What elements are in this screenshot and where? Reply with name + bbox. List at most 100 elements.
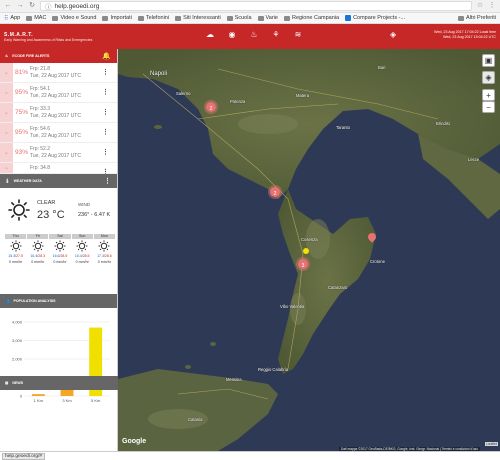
back-icon[interactable]: ← bbox=[4, 2, 12, 10]
bookmark-label: Varie bbox=[265, 15, 278, 21]
bookmark-label: Telefonini bbox=[145, 15, 170, 21]
bookmark-folder[interactable]: Importati bbox=[102, 15, 132, 21]
utc-time: Wed, 23 Aug 2017 15:04:22 UTC bbox=[443, 35, 496, 39]
zoom-in-button[interactable]: + bbox=[482, 89, 495, 101]
weather-cloud-icon[interactable]: ☁ bbox=[205, 30, 215, 40]
header-nav: ☁ ◉ ♨ ⚘ ≋ bbox=[205, 30, 303, 40]
bookmark-folder[interactable]: Siti Interessanti bbox=[175, 15, 221, 21]
map-view[interactable]: Napoli Salerno Potenza Matera Taranto Co… bbox=[118, 49, 500, 451]
news-header[interactable]: ▤ NEWS bbox=[0, 376, 118, 390]
flood-icon[interactable]: ≋ bbox=[293, 30, 303, 40]
leaflet-credit[interactable]: Leaflet bbox=[485, 442, 498, 446]
kebab-menu-icon[interactable]: ⋮ bbox=[102, 68, 109, 76]
status-bar: help.geoedi.org/# bbox=[0, 451, 500, 460]
reload-icon[interactable]: ↻ bbox=[28, 2, 36, 10]
weather-header[interactable]: 🌡 WEATHER DATA ⋮ bbox=[0, 174, 117, 188]
forecast-day: Thu 15.3/27.5 0 mm/hr bbox=[5, 234, 27, 265]
forecast-rain: 0 mm/hr bbox=[31, 260, 45, 264]
sun-icon bbox=[49, 239, 70, 253]
fire-alert-row[interactable]: ♨ 95% Frp: 54.6 Tue, 22 Aug 2017 UTC ⋮ bbox=[0, 123, 117, 143]
menu-icon[interactable]: ⋮ bbox=[488, 2, 496, 10]
cactus-icon[interactable]: ⚘ bbox=[271, 30, 281, 40]
people-icon: 👥 bbox=[5, 299, 10, 303]
y-tick-label: 4,000 bbox=[12, 320, 23, 325]
fullscreen-button[interactable]: ▣ bbox=[482, 54, 495, 67]
kebab-menu-icon[interactable]: ⋮ bbox=[102, 108, 109, 116]
x-tick-label: 1 Km bbox=[34, 398, 44, 403]
forecast-max: 28.3 bbox=[38, 254, 46, 258]
bookmark-folder[interactable]: Regione Campania bbox=[283, 15, 340, 21]
sun-icon bbox=[94, 239, 115, 253]
kebab-menu-icon[interactable]: ⋮ bbox=[102, 88, 109, 96]
forecast-max: 27.5 bbox=[16, 254, 23, 258]
bookmark-folder[interactable]: Scuola bbox=[226, 15, 252, 21]
place-label: Lecce bbox=[468, 157, 480, 162]
folder-icon bbox=[26, 15, 33, 21]
bookmark-label: Siti Interessanti bbox=[183, 15, 221, 21]
bookmarks-bar: ⠿ App MAC Video e Sound Importati Telefon… bbox=[0, 13, 500, 24]
google-logo: Google bbox=[122, 438, 147, 445]
info-icon[interactable]: ⓘ bbox=[45, 1, 52, 11]
forecast-max: 28.5 bbox=[82, 254, 90, 258]
star-icon[interactable]: ☆ bbox=[476, 2, 484, 10]
place-label: Bari bbox=[378, 65, 386, 70]
app-subtitle: Early Warning and Awareness of Risks and… bbox=[4, 37, 93, 42]
fire-probability: 93% bbox=[14, 149, 28, 156]
layers-button[interactable]: ◈ bbox=[482, 71, 495, 84]
fire-icon[interactable]: ♨ bbox=[249, 30, 259, 40]
bookmark-folder[interactable]: Varie bbox=[257, 15, 278, 21]
forecast-min: 16.6 bbox=[52, 254, 60, 258]
fire-point-marker[interactable] bbox=[303, 248, 309, 254]
alerts-title: ECODE FIRE ALERTS bbox=[12, 54, 50, 58]
fire-cluster-marker[interactable]: 2 bbox=[268, 185, 282, 199]
folder-icon bbox=[102, 15, 109, 21]
place-label: Vibo Valentia bbox=[280, 304, 305, 309]
bookmark-apps[interactable]: ⠿ App bbox=[4, 15, 20, 22]
kebab-menu-icon[interactable]: ⋮ bbox=[102, 128, 109, 136]
fire-cluster-marker[interactable]: 2 bbox=[204, 100, 218, 114]
population-title: POPULATION ANALYSIS bbox=[13, 299, 56, 303]
forward-icon[interactable]: → bbox=[16, 2, 24, 10]
kebab-menu-icon[interactable]: ⋮ bbox=[104, 177, 111, 185]
bookmark-label: Importati bbox=[110, 15, 132, 21]
app-header: S.M.A.R.T. Early Warning and Awareness o… bbox=[0, 24, 500, 49]
population-header[interactable]: 👥 POPULATION ANALYSIS bbox=[0, 294, 117, 308]
folder-icon bbox=[137, 15, 144, 21]
bookmark-label: Regione Campania bbox=[291, 15, 340, 21]
place-label: Salerno bbox=[176, 91, 191, 96]
bell-icon[interactable]: 🔔 bbox=[102, 52, 111, 60]
fire-alert-row[interactable]: ♨ 95% Frp: 54.1 Tue, 22 Aug 2017 UTC ⋮ bbox=[0, 83, 117, 103]
fire-alert-row[interactable]: ♨ 81% Frp: 21.8 Tue, 22 Aug 2017 UTC ⋮ bbox=[0, 63, 117, 83]
bookmark-label: App bbox=[10, 15, 21, 21]
y-tick-label: 2,000 bbox=[12, 357, 23, 362]
weather-title: WEATHER DATA bbox=[13, 179, 42, 183]
bookmark-link[interactable]: Compare Projects -... bbox=[345, 15, 405, 21]
address-bar[interactable]: ⓘ help.geoedi.org bbox=[40, 1, 472, 11]
forecast-rain: 0 mm/hr bbox=[97, 260, 111, 264]
fire-alert-row[interactable]: ♨ 75% Frp: 33.3 Tue, 22 Aug 2017 UTC ⋮ bbox=[0, 103, 117, 123]
alerts-header[interactable]: ♨ ECODE FIRE ALERTS 🔔 bbox=[0, 49, 117, 63]
bookmark-folder[interactable]: Telefonini bbox=[137, 15, 170, 21]
kebab-menu-icon[interactable]: ⋮ bbox=[102, 148, 109, 156]
bookmark-folder[interactable]: Video e Sound bbox=[52, 15, 96, 21]
layers-icon[interactable]: ◈ bbox=[390, 30, 400, 40]
place-label: Potenza bbox=[230, 99, 246, 104]
forecast-min: 16.4 bbox=[74, 254, 82, 258]
fire-alert-row[interactable]: ♨ Frp: 34.8 ⋮ bbox=[0, 163, 117, 176]
globe-icon[interactable]: ◉ bbox=[227, 30, 237, 40]
fire-cluster-marker[interactable]: 3 bbox=[296, 257, 310, 271]
forecast-max: 28.6 bbox=[104, 254, 112, 258]
bookmark-folder[interactable]: MAC bbox=[26, 15, 46, 21]
temperature: 23 °C bbox=[37, 209, 65, 221]
fire-small-icon: ♨ bbox=[0, 123, 13, 142]
folder-icon bbox=[52, 15, 59, 21]
bookmark-other[interactable]: Altri Preferiti bbox=[458, 15, 496, 21]
fire-alert-row[interactable]: ♨ 93% Frp: 52.2 Tue, 22 Aug 2017 UTC ⋮ bbox=[0, 143, 117, 163]
population-bar-chart: 4,0003,0002,0001,00001 Km3 Km5 Km bbox=[12, 320, 110, 403]
satellite-map[interactable] bbox=[118, 49, 500, 451]
weather-current: CLEAR 23 °C WIND 236° - 6.47 K bbox=[0, 188, 117, 232]
news-icon: ▤ bbox=[5, 381, 9, 385]
place-label: Crotone bbox=[370, 259, 385, 264]
zoom-out-button[interactable]: − bbox=[482, 101, 495, 113]
chart-bar[interactable] bbox=[31, 394, 45, 396]
